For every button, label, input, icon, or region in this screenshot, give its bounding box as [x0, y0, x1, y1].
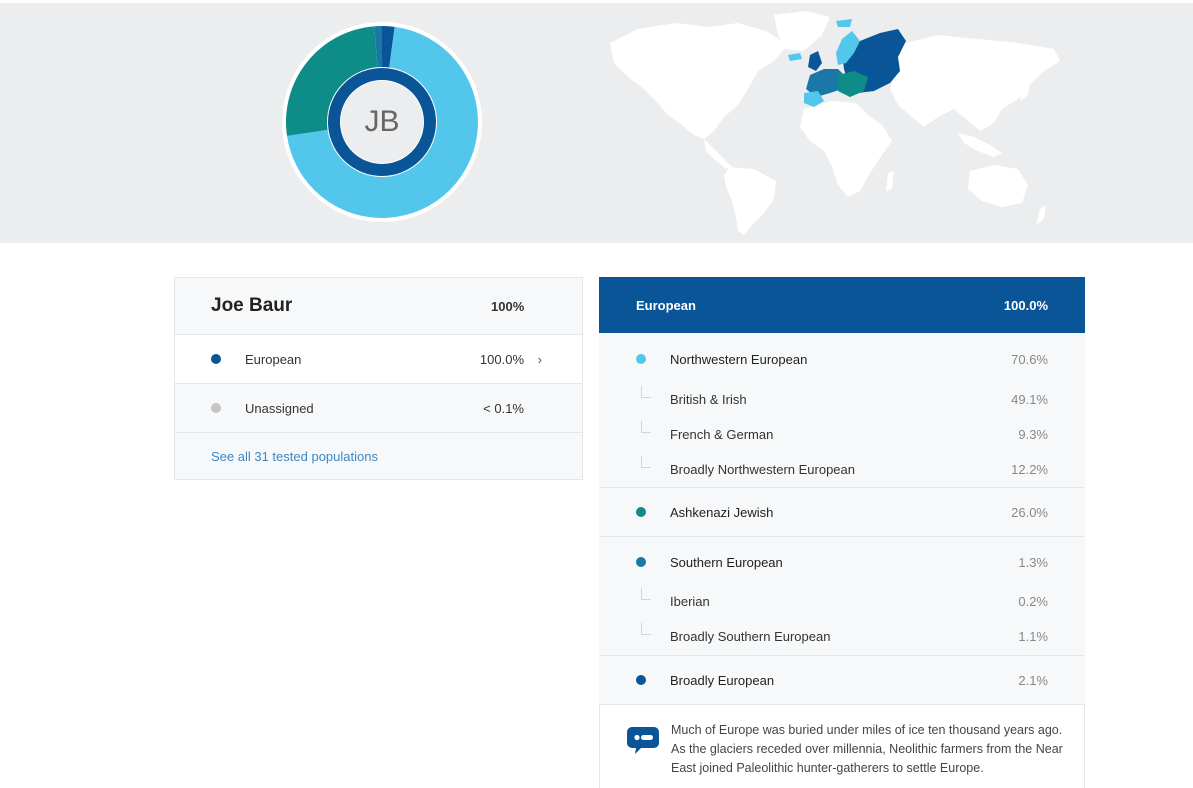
population-label: Broadly European [670, 672, 775, 688]
population-label: Southern European [670, 554, 783, 570]
subpopulation-label: Broadly Southern European [670, 628, 831, 644]
population-value: < 0.1% [483, 400, 524, 416]
population-color-dot [636, 675, 646, 685]
detail-title: European [636, 297, 696, 313]
subpopulation-label: British & Irish [670, 391, 747, 407]
population-row-broadly-european[interactable]: Broadly European 2.1% [599, 656, 1085, 704]
population-row-ashkenazi-jewish[interactable]: Ashkenazi Jewish 26.0% [599, 488, 1085, 536]
chat-bubble-icon [627, 727, 659, 754]
summary-row-european[interactable]: European 100.0% › [175, 335, 582, 384]
subpopulation-row-french-german[interactable]: French & German 9.3% [599, 417, 1085, 451]
profile-total: 100% [491, 298, 525, 314]
map-australia [968, 165, 1028, 207]
subpopulation-row-british-irish[interactable]: British & Irish 49.1% [599, 382, 1085, 416]
see-all-link-row: See all 31 tested populations [175, 433, 582, 480]
tree-connector [641, 588, 651, 600]
population-value: 70.6% [1011, 351, 1048, 367]
map-new-zealand [1036, 205, 1046, 225]
note-text: Much of Europe was buried under miles of… [671, 723, 1063, 775]
subpopulation-label: Broadly Northwestern European [670, 461, 855, 477]
ancestry-summary-card: Joe Baur 100% European 100.0% › Unassign… [174, 277, 583, 480]
population-color-dot [636, 507, 646, 517]
population-label: Unassigned [245, 400, 314, 416]
ancestry-donut-chart: JB [281, 21, 483, 223]
population-color-dot [636, 354, 646, 364]
population-row-northwestern-european[interactable]: Northwestern European 70.6% [599, 340, 1085, 378]
region-history-note: Much of Europe was buried under miles of… [599, 705, 1085, 788]
detail-total: 100.0% [1003, 297, 1048, 313]
subpopulation-value: 9.3% [1018, 426, 1048, 442]
map-region-british-isles [808, 51, 822, 71]
population-color-dot [211, 354, 221, 364]
map-central-america [704, 139, 732, 169]
subpopulation-row-iberian[interactable]: Iberian 0.2% [599, 584, 1085, 618]
subpopulation-label: French & German [670, 426, 774, 442]
subpopulation-value: 12.2% [1011, 461, 1048, 477]
map-south-america [724, 167, 776, 235]
population-label: Ashkenazi Jewish [670, 504, 774, 520]
population-value: 26.0% [1011, 504, 1048, 520]
subpopulation-label: Iberian [670, 593, 710, 609]
row-divider [599, 536, 1085, 537]
population-label: Northwestern European [670, 351, 808, 367]
map-madagascar [886, 171, 894, 191]
map-africa [800, 101, 892, 197]
subpopulation-row-broadly-northwestern-european[interactable]: Broadly Northwestern European 12.2% [599, 452, 1085, 486]
tree-connector [641, 623, 651, 635]
detail-header: European 100.0% [599, 277, 1085, 333]
population-color-dot [211, 403, 221, 413]
tree-connector [641, 456, 651, 468]
population-value: 2.1% [1018, 672, 1048, 688]
subpopulation-value: 1.1% [1018, 628, 1048, 644]
population-detail-card: European 100.0% Northwestern European 70… [599, 277, 1085, 788]
map-southeast-asia [958, 133, 1002, 157]
summary-header: Joe Baur 100% [175, 278, 582, 335]
population-label: European [245, 351, 302, 367]
population-color-dot [636, 557, 646, 567]
chevron-right-icon: › [537, 351, 542, 367]
subpopulation-value: 49.1% [1011, 391, 1048, 407]
population-row-southern-european[interactable]: Southern European 1.3% [599, 541, 1085, 583]
tree-connector [641, 421, 651, 433]
summary-row-unassigned: Unassigned < 0.1% [175, 384, 582, 433]
hero-banner: JB [0, 0, 1193, 243]
population-value: 1.3% [1018, 554, 1048, 570]
avatar-initials: JB [364, 105, 400, 138]
top-strip [0, 0, 1193, 3]
map-north-america [610, 23, 788, 139]
subpopulation-value: 0.2% [1018, 593, 1048, 609]
see-all-populations-link[interactable]: See all 31 tested populations [211, 449, 378, 464]
world-map [610, 11, 1060, 235]
profile-name: Joe Baur [211, 295, 293, 316]
population-value: 100.0% [479, 351, 524, 367]
subpopulation-row-broadly-southern-european[interactable]: Broadly Southern European 1.1% [599, 619, 1085, 653]
map-svalbard [836, 19, 852, 27]
tree-connector [641, 386, 651, 398]
map-asia [890, 35, 1060, 131]
map-iceland [788, 53, 802, 61]
